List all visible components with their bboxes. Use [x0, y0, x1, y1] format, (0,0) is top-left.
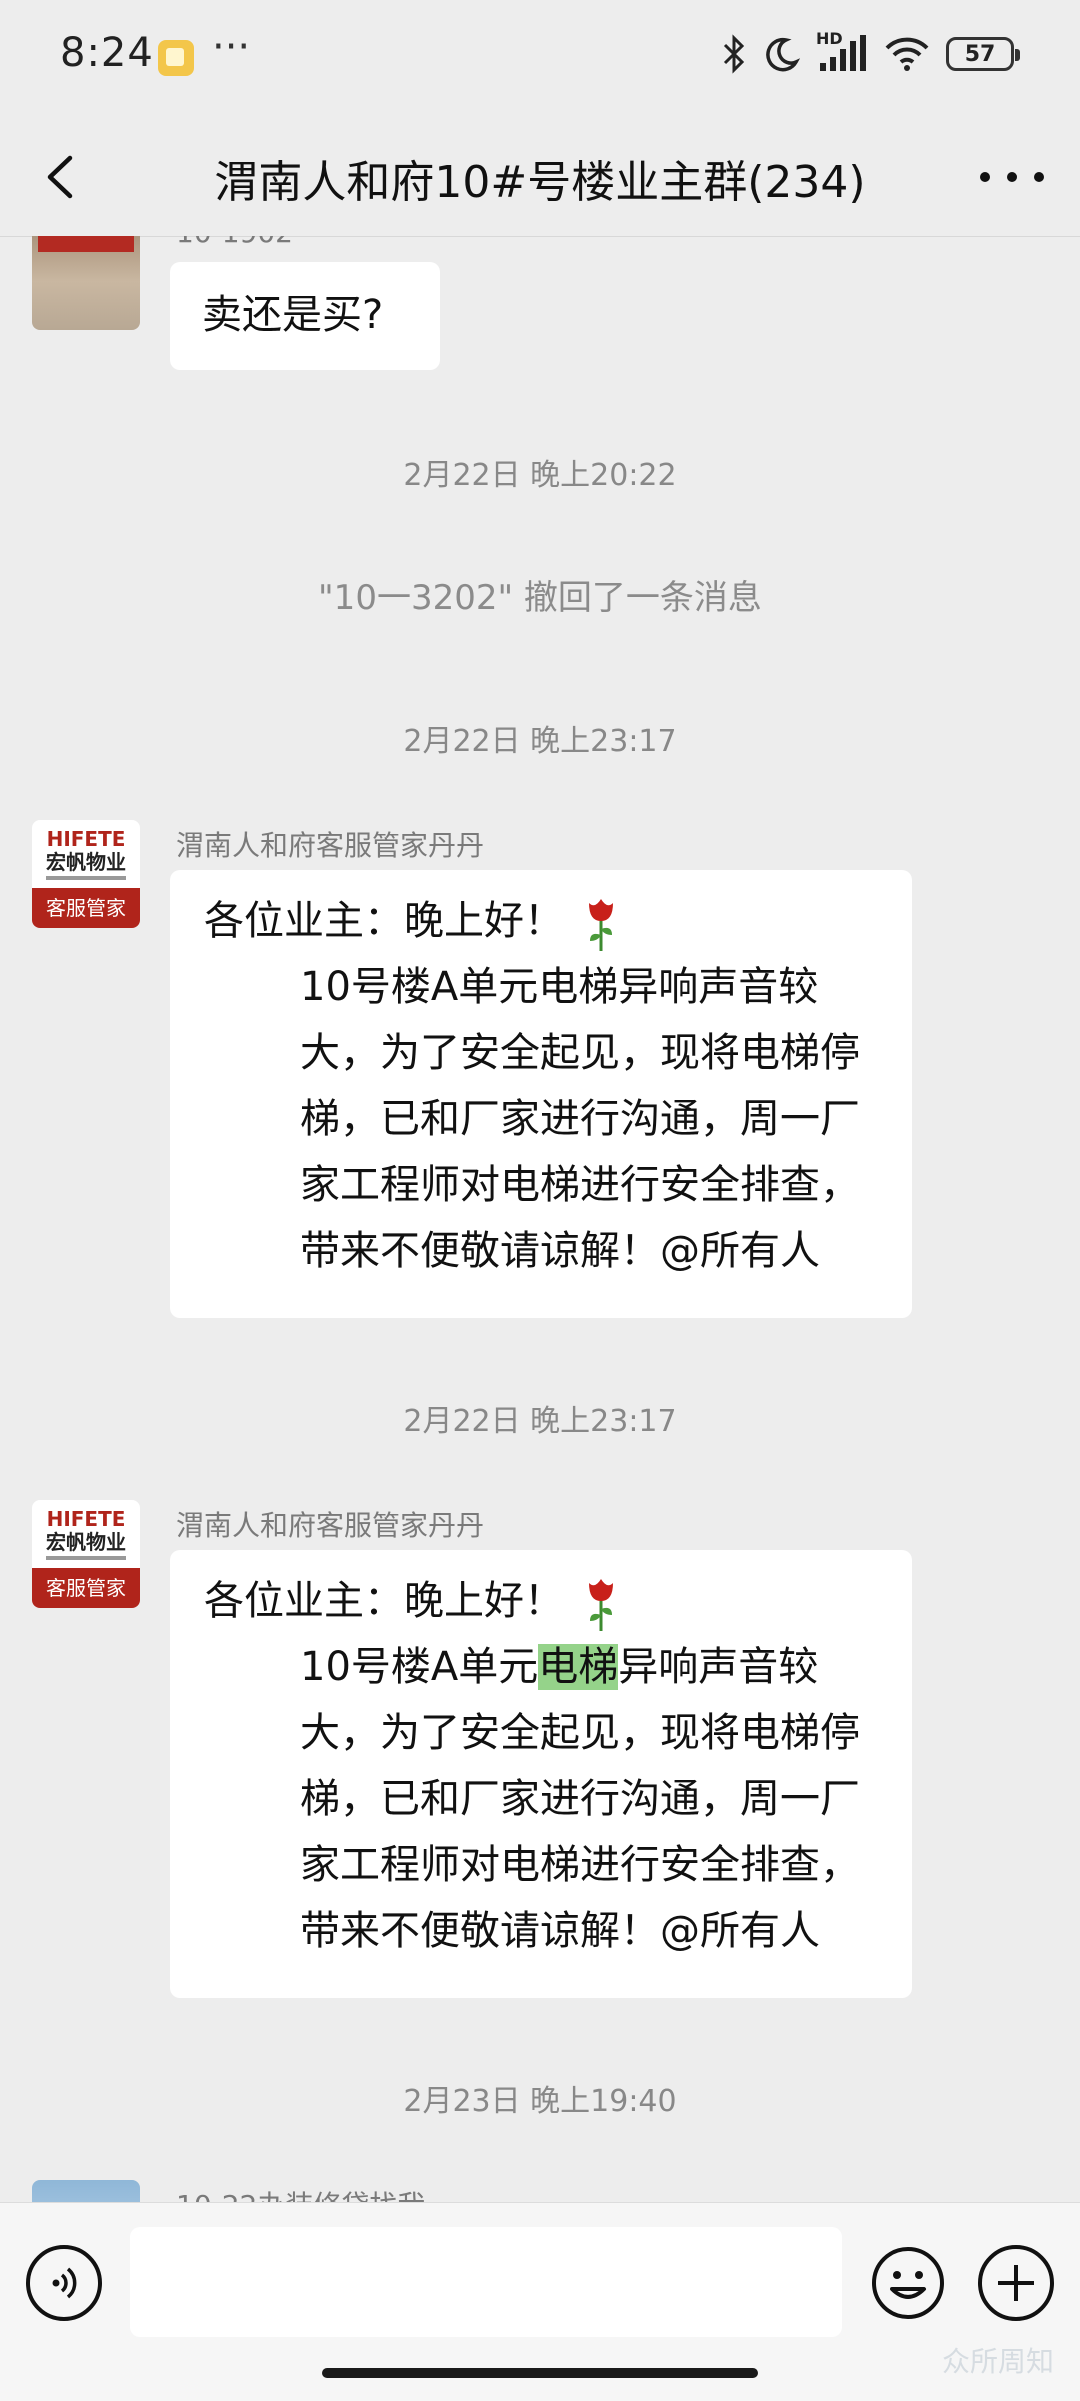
- notes-app-icon: [158, 40, 194, 76]
- message-body: 10号楼A单元电梯异响声音较大，为了安全起见，现将电梯停梯，已和厂家进行沟通，周…: [204, 1634, 878, 1964]
- avatar-slogan-line: [46, 876, 126, 880]
- avatar[interactable]: [32, 2180, 140, 2202]
- avatar-tag: 客服管家: [32, 1568, 140, 1608]
- wifi-icon: [885, 37, 929, 71]
- voice-icon: [52, 2267, 77, 2299]
- message-bubble[interactable]: 各位业主：晚上好！ 10号楼A单元电梯异响声音较大，为了安全起见，现将电梯停梯，…: [170, 1550, 912, 1998]
- timestamp: 2月23日 晚上19:40: [403, 2084, 677, 2119]
- avatar-company: 宏帆物业: [46, 1530, 126, 1554]
- battery-icon: 57: [946, 37, 1020, 71]
- status-more: ···: [212, 24, 251, 70]
- sender-name: 10-1902: [176, 236, 293, 249]
- timestamp: 2月22日 晚上23:17: [403, 724, 677, 759]
- status-icons: HD 57: [722, 29, 1020, 74]
- message-bubble[interactable]: 各位业主：晚上好！ 10号楼A单元电梯异响声音较大，为了安全起见，现将电梯停梯，…: [170, 870, 912, 1318]
- sender-name: 10-22办装修贷找我: [176, 2184, 425, 2202]
- message-greeting: 各位业主：晚上好！: [204, 1578, 564, 1624]
- timestamp: 2月22日 晚上20:22: [403, 458, 677, 493]
- message-list[interactable]: 10-1902 卖还是买? 2月22日 晚上20:22 "10一3202" 撤回…: [0, 236, 1080, 2202]
- message-body-text: 异响声音较大，为了安全起见，现将电梯停梯，已和厂家进行沟通，周一厂家工程师对电梯…: [300, 1644, 860, 1954]
- message-input[interactable]: [130, 2227, 842, 2337]
- message-text: 卖还是买?: [202, 292, 384, 338]
- emoji-button[interactable]: [870, 2245, 946, 2321]
- message-bubble[interactable]: 卖还是买?: [170, 262, 440, 370]
- voice-input-button[interactable]: [26, 2245, 102, 2321]
- chat-title: 渭南人和府10#号楼业主群(234): [214, 157, 866, 208]
- bluetooth-icon: [723, 34, 745, 74]
- more-actions-button[interactable]: [978, 2245, 1054, 2321]
- search-highlight: 电梯: [538, 1644, 619, 1690]
- avatar-logo-text: HIFETE: [46, 827, 126, 851]
- recall-notice: "10一3202" 撤回了一条消息: [318, 578, 762, 618]
- timestamp: 2月22日 晚上23:17: [403, 1404, 677, 1439]
- more-options-button[interactable]: [980, 150, 1044, 204]
- message-body-text: 10号楼A单元: [300, 1644, 539, 1690]
- rose-icon: [589, 1579, 613, 1631]
- dot-icon: [980, 172, 990, 182]
- smiley-icon: [872, 2247, 944, 2319]
- sender-name: 渭南人和府客服管家丹丹: [176, 1509, 485, 1542]
- avatar-tag: 客服管家: [32, 888, 140, 928]
- status-time: 8:24: [60, 30, 154, 76]
- signal-icon: HD: [816, 29, 868, 73]
- avatar-logo-text: HIFETE: [46, 1507, 126, 1531]
- moon-icon: [766, 37, 800, 72]
- watermark: 众所周知: [941, 2345, 1054, 2378]
- avatar[interactable]: HIFETE 宏帆物业 客服管家: [32, 1500, 140, 1608]
- rose-icon: [589, 899, 613, 951]
- message-greeting-line: 各位业主：晚上好！: [204, 1568, 878, 1634]
- avatar[interactable]: [32, 236, 140, 330]
- avatar-banner: [38, 236, 134, 252]
- message-greeting: 各位业主：晚上好！: [204, 898, 564, 944]
- avatar[interactable]: HIFETE 宏帆物业 客服管家: [32, 820, 140, 928]
- dot-icon: [1034, 172, 1044, 182]
- dot-icon: [1007, 172, 1017, 182]
- status-bar: 8:24 ··· HD 57: [0, 0, 1080, 118]
- message-body: 10号楼A单元电梯异响声音较大，为了安全起见，现将电梯停梯，已和厂家进行沟通，周…: [300, 964, 860, 1274]
- battery-level: 57: [964, 41, 996, 67]
- home-indicator[interactable]: [322, 2368, 758, 2378]
- chat-header: 渭南人和府10#号楼业主群(234): [0, 118, 1080, 237]
- avatar-slogan-line: [46, 1556, 126, 1560]
- avatar-company: 宏帆物业: [46, 850, 126, 874]
- message-greeting-line: 各位业主：晚上好！: [204, 888, 878, 954]
- sender-name: 渭南人和府客服管家丹丹: [176, 829, 485, 862]
